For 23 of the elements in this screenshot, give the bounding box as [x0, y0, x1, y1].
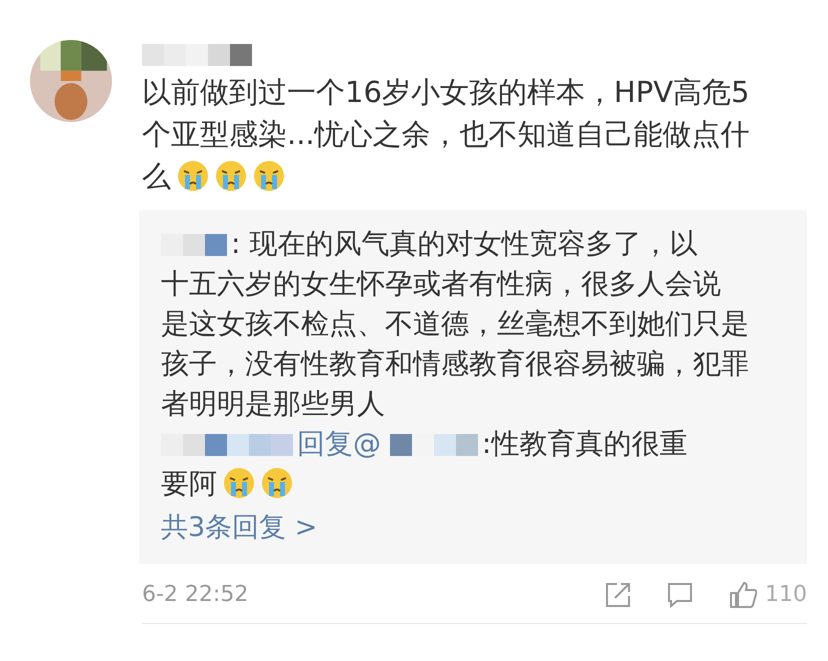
pixelated-name-drawing: [161, 234, 227, 256]
comment-icon[interactable]: [667, 582, 693, 608]
reply-text-line: :性教育真的很重: [482, 427, 688, 460]
crying-emoji-icon: [177, 160, 209, 192]
crying-emoji-icon: [223, 467, 255, 499]
crying-emoji-icon: [261, 467, 293, 499]
comment-text-line: 以前做到过一个16岁小女孩的样本，HPV高危5: [142, 75, 750, 109]
reply-text-line: 十五六岁的女生怀孕或者有性病，很多人会说: [161, 267, 721, 300]
reply-label[interactable]: 回复@: [297, 427, 381, 460]
reply-text-line: 要阿: [161, 467, 217, 500]
reply-text-line: 者明明是那些男人: [161, 387, 385, 420]
crying-emoji-icon: [253, 160, 285, 192]
comment-text-line: 么: [142, 159, 171, 193]
like-count: 110: [765, 581, 807, 609]
comment-text-line: 个亚型感染...忧心之余，也不知道自己能做点什: [142, 117, 750, 151]
crying-emoji-icon: [215, 160, 247, 192]
timestamp: 6-2 22:52: [142, 581, 248, 609]
reply-text-line: 孩子，没有性教育和情感教育很容易被骗，犯罪: [161, 347, 749, 380]
share-icon[interactable]: [605, 582, 631, 608]
more-replies-link[interactable]: 共3条回复 >: [161, 508, 807, 548]
reply-text-line: : 现在的风气真的对女性宽容多了，以: [231, 227, 698, 260]
reply-text-line: 是这女孩不检点、不道德，丝毫想不到她们只是: [161, 307, 749, 340]
thumbs-up-icon[interactable]: [729, 580, 757, 608]
